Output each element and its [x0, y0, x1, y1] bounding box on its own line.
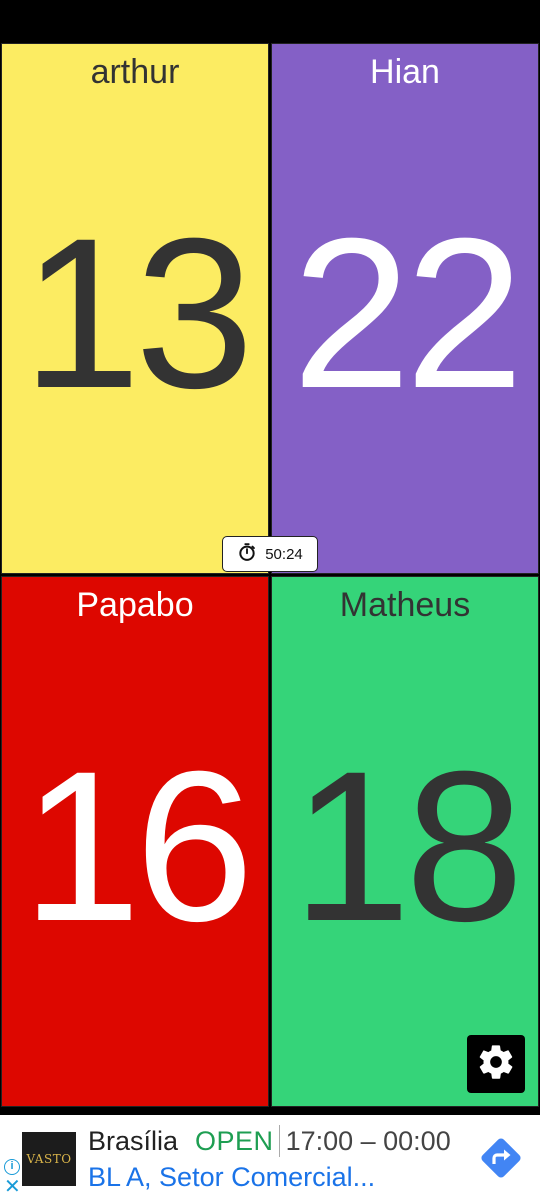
- player-panel-1[interactable]: arthur 13: [1, 43, 269, 574]
- ad-hours: 17:00 – 00:00: [285, 1125, 451, 1156]
- player-score[interactable]: 16: [2, 740, 268, 954]
- player-score[interactable]: 18: [272, 740, 538, 954]
- settings-button[interactable]: [467, 1035, 525, 1093]
- ad-title: Brasília: [88, 1125, 179, 1156]
- ad-status: OPEN: [195, 1125, 274, 1156]
- status-bar: [0, 0, 540, 42]
- ad-info-icon[interactable]: i: [4, 1159, 20, 1175]
- player-name: Matheus: [339, 586, 471, 624]
- timer-button[interactable]: 50:24: [222, 536, 318, 572]
- ad-title-row: Brasília OPEN 17:00 – 00:00: [88, 1123, 451, 1159]
- ad-divider: [278, 1125, 280, 1157]
- player-score[interactable]: 22: [272, 207, 538, 421]
- ad-address[interactable]: BL A, Setor Comercial...: [88, 1159, 375, 1195]
- player-name: Hian: [370, 53, 440, 91]
- player-score[interactable]: 13: [2, 207, 268, 421]
- player-panel-3[interactable]: Papabo 16: [1, 576, 269, 1107]
- ad-banner[interactable]: i ✕ VASTO Brasília OPEN 17:00 – 00:00 BL…: [0, 1115, 540, 1200]
- ad-logo-text: VASTO: [26, 1152, 72, 1166]
- directions-icon[interactable]: [476, 1133, 526, 1183]
- stopwatch-icon: [237, 542, 257, 566]
- player-panel-4[interactable]: Matheus 18: [271, 576, 539, 1107]
- player-panel-2[interactable]: Hian 22: [271, 43, 539, 574]
- timer-value: 50:24: [265, 545, 303, 563]
- ad-logo: VASTO: [22, 1132, 76, 1186]
- app-screen: arthur 13 Hian 22 Papabo 16 Matheus 18 5…: [0, 0, 540, 1200]
- player-name: Papabo: [76, 586, 194, 624]
- ad-close-icon[interactable]: ✕: [4, 1177, 21, 1197]
- player-name: arthur: [90, 53, 180, 91]
- gear-icon: [476, 1042, 516, 1087]
- scoreboard: arthur 13 Hian 22 Papabo 16 Matheus 18 5…: [0, 42, 540, 1108]
